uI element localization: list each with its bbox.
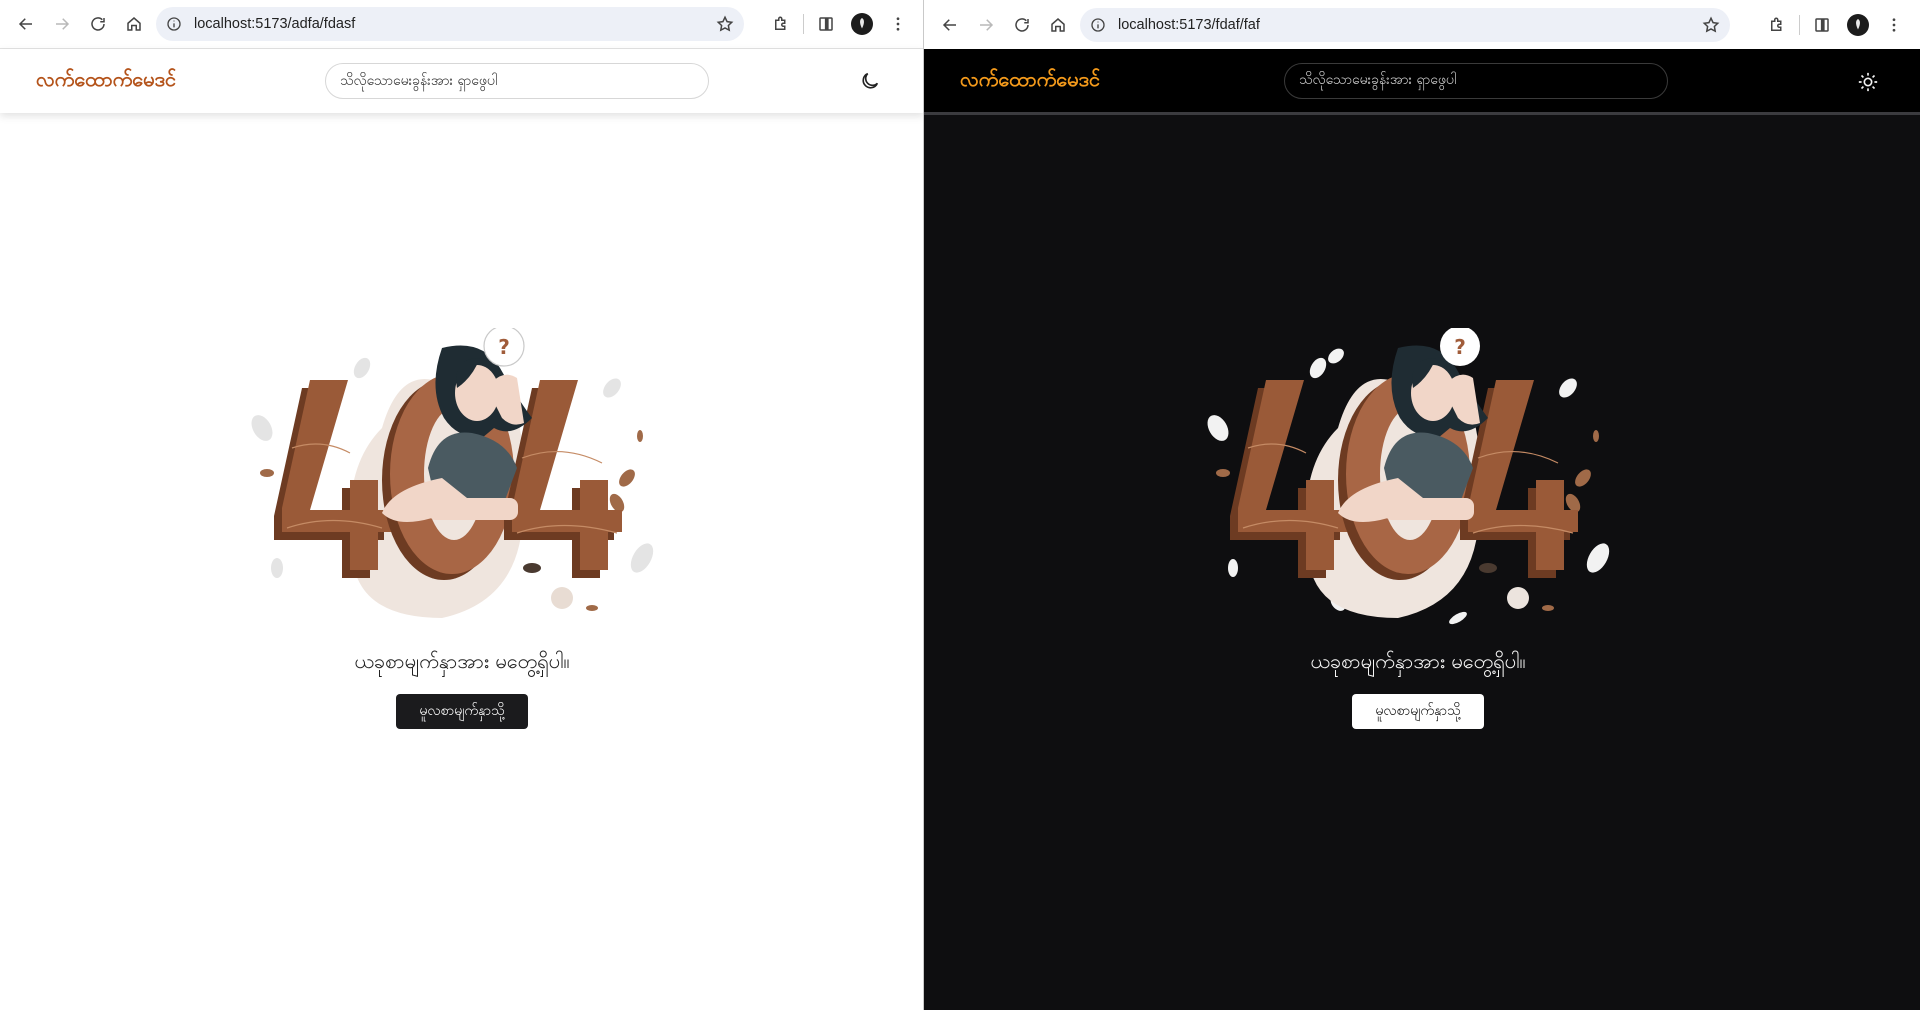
site-info-icon[interactable] — [166, 16, 182, 32]
site-navbar: လက်ထောက်မေဒင် သိလိုသောမေးခွန်းအား ရှာဖွေ… — [0, 49, 924, 113]
home-icon-button[interactable] — [1040, 7, 1076, 43]
address-bar[interactable]: localhost:5173/fdaf/faf — [1080, 7, 1730, 42]
reload-button[interactable] — [80, 6, 116, 42]
404-illustration: ? — [251, 328, 654, 618]
404-illustration: ? — [1207, 328, 1610, 625]
address-bar[interactable]: localhost:5173/adfa/fdasf — [156, 7, 744, 41]
sun-icon — [1858, 72, 1878, 92]
not-found-message: ယခုစာမျက်နှာအား မတွေ့ရှိပါ။ — [354, 649, 570, 673]
chrome-menu-icon[interactable] — [1876, 7, 1912, 43]
site-navbar: လက်ထောက်မေဒင် သိလိုသောမေးခွန်းအား ရှာဖွေ… — [924, 49, 1920, 115]
forward-button[interactable] — [44, 6, 80, 42]
go-home-button[interactable]: မူလစာမျက်နှာသို့ — [396, 694, 528, 729]
moon-icon — [862, 72, 879, 89]
browser-window-dark: localhost:5173/fdaf/faf လက်ထောက်မေဒင် သိ… — [924, 0, 1920, 1010]
theme-toggle-button[interactable] — [1850, 64, 1886, 100]
theme-toggle-button[interactable] — [852, 63, 888, 99]
go-home-button[interactable]: မူလစာမျက်နှာသို့ — [1352, 694, 1484, 729]
back-button[interactable] — [932, 7, 968, 43]
browser-toolbar: localhost:5173/adfa/fdasf — [0, 0, 924, 49]
bookmark-star-icon[interactable] — [716, 15, 734, 33]
url-text: localhost:5173/adfa/fdasf — [194, 16, 356, 32]
toolbar-divider — [1799, 14, 1800, 35]
side-panel-icon[interactable] — [808, 6, 844, 42]
site-logo[interactable]: လက်ထောက်မေဒင် — [36, 66, 176, 96]
window-divider — [923, 0, 924, 1010]
url-text: localhost:5173/fdaf/faf — [1118, 16, 1260, 33]
search-input[interactable]: သိလိုသောမေးခွန်းအား ရှာဖွေပါ — [325, 63, 709, 99]
svg-text:?: ? — [498, 335, 510, 359]
site-info-icon[interactable] — [1090, 17, 1106, 33]
extensions-icon[interactable] — [1759, 7, 1795, 43]
search-placeholder: သိလိုသောမေးခွန်းအား ရှာဖွေပါ — [1299, 72, 1457, 88]
profile-avatar[interactable] — [1840, 7, 1876, 43]
not-found-message: ယခုစာမျက်နှာအား မတွေ့ရှိပါ။ — [1310, 649, 1526, 673]
toolbar-divider — [803, 14, 804, 34]
home-icon-button[interactable] — [116, 6, 152, 42]
svg-text:?: ? — [1454, 335, 1466, 359]
question-bubble: ? — [483, 328, 525, 367]
search-input[interactable]: သိလိုသောမေးခွန်းအား ရှာဖွေပါ — [1284, 62, 1668, 99]
browser-window-light: localhost:5173/adfa/fdasf လက်ထောက်မေဒင် … — [0, 0, 924, 1010]
reload-button[interactable] — [1004, 7, 1040, 43]
bookmark-star-icon[interactable] — [1702, 16, 1720, 34]
profile-avatar[interactable] — [844, 6, 880, 42]
browser-toolbar: localhost:5173/fdaf/faf — [924, 0, 1920, 49]
side-panel-icon[interactable] — [1804, 7, 1840, 43]
search-placeholder: သိလိုသောမေးခွန်းအား ရှာဖွေပါ — [340, 72, 498, 89]
back-button[interactable] — [8, 6, 44, 42]
chrome-menu-icon[interactable] — [880, 6, 916, 42]
forward-button[interactable] — [968, 7, 1004, 43]
site-logo[interactable]: လက်ထောက်မေဒင် — [960, 66, 1100, 96]
extensions-icon[interactable] — [763, 6, 799, 42]
